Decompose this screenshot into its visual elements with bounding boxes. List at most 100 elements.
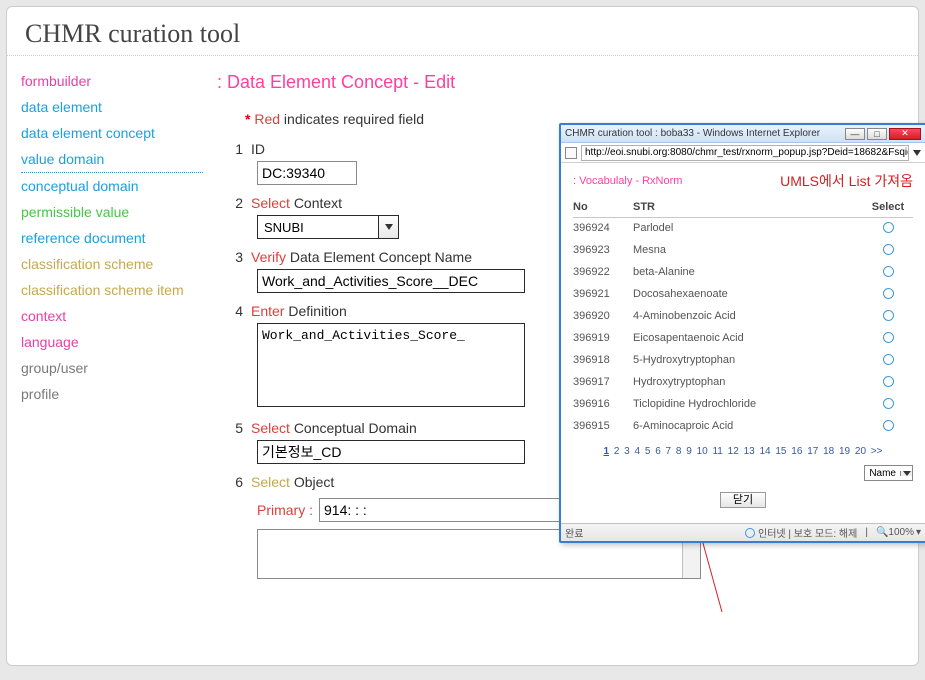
cell-no: 396923: [573, 244, 633, 258]
row-label-red: Enter: [251, 303, 284, 319]
sidebar-item-5[interactable]: permissible value: [21, 199, 203, 225]
sidebar-item-0[interactable]: formbuilder: [21, 68, 203, 94]
chevron-down-icon[interactable]: [913, 150, 921, 156]
row-num: 5: [217, 420, 251, 436]
page-link[interactable]: 16: [790, 446, 803, 457]
filter-value: Name: [865, 468, 900, 479]
sidebar-item-9[interactable]: context: [21, 303, 203, 329]
select-radio[interactable]: [883, 266, 894, 277]
table-row: 396923Mesna: [573, 240, 913, 262]
chevron-down-icon[interactable]: [900, 471, 912, 476]
page-link[interactable]: 7: [665, 446, 673, 457]
page-link[interactable]: 12: [727, 446, 740, 457]
sidebar-item-4[interactable]: conceptual domain: [21, 173, 203, 199]
sidebar-item-1[interactable]: data element: [21, 94, 203, 120]
page-link[interactable]: 20: [854, 446, 867, 457]
row-label-red: Select: [251, 195, 290, 211]
sidebar-item-3[interactable]: value domain: [21, 146, 203, 173]
cell-str: Mesna: [633, 244, 863, 258]
page-link[interactable]: 5: [644, 446, 652, 457]
select-radio[interactable]: [883, 398, 894, 409]
table-row: 396921Docosahexaenoate: [573, 284, 913, 306]
maximize-button[interactable]: □: [867, 128, 887, 140]
row-num: 4: [217, 303, 251, 319]
page-link[interactable]: 8: [675, 446, 683, 457]
sidebar-item-7[interactable]: classification scheme: [21, 251, 203, 277]
sidebar-item-11[interactable]: group/user: [21, 355, 203, 381]
sidebar-item-8[interactable]: classification scheme item: [21, 277, 203, 303]
page-link[interactable]: 2: [613, 446, 621, 457]
sidebar-item-10[interactable]: language: [21, 329, 203, 355]
select-radio[interactable]: [883, 354, 894, 365]
context-select[interactable]: SNUBI: [257, 215, 399, 239]
globe-icon: [745, 528, 755, 538]
popup-close-button[interactable]: 닫기: [720, 492, 766, 508]
page-link[interactable]: 13: [743, 446, 756, 457]
page-link[interactable]: 19: [838, 446, 851, 457]
page-link[interactable]: 3: [623, 446, 631, 457]
page-link[interactable]: 9: [685, 446, 693, 457]
cell-str: Hydroxytryptophan: [633, 376, 863, 390]
cell-no: 396922: [573, 266, 633, 280]
page-link[interactable]: 6: [654, 446, 662, 457]
page-link[interactable]: 11: [711, 446, 723, 457]
close-button[interactable]: ✕: [889, 128, 921, 140]
select-radio[interactable]: [883, 244, 894, 255]
page-icon: [565, 147, 577, 159]
select-radio[interactable]: [883, 222, 894, 233]
page-link[interactable]: 4: [634, 446, 642, 457]
table-row: 3969204-Aminobenzoic Acid: [573, 306, 913, 328]
row-num: 2: [217, 195, 251, 211]
chevron-down-icon[interactable]: [378, 216, 398, 238]
row-num: 3: [217, 249, 251, 265]
status-zoom-icon: 🔍: [876, 527, 888, 538]
page-link[interactable]: 18: [822, 446, 835, 457]
sidebar-item-2[interactable]: data element concept: [21, 120, 203, 146]
context-value: SNUBI: [258, 216, 378, 238]
cell-str: beta-Alanine: [633, 266, 863, 280]
cell-no: 396916: [573, 398, 633, 412]
page-link[interactable]: 10: [696, 446, 709, 457]
page-link[interactable]: >>: [870, 446, 884, 457]
row-label-gold: Select: [251, 474, 290, 490]
select-radio[interactable]: [883, 420, 894, 431]
sidebar-item-6[interactable]: reference document: [21, 225, 203, 251]
col-header-no: No: [573, 201, 633, 213]
cell-str: Docosahexaenoate: [633, 288, 863, 302]
select-radio[interactable]: [883, 288, 894, 299]
row-num: 6: [217, 474, 251, 490]
select-radio[interactable]: [883, 332, 894, 343]
cell-no: 396921: [573, 288, 633, 302]
table-row: 396924Parlodel: [573, 218, 913, 240]
popup-content: : Vocabulaly - RxNorm UMLS에서 List 가져옴 No…: [561, 163, 925, 523]
filter-select[interactable]: Name: [864, 465, 913, 481]
cell-no: 396918: [573, 354, 633, 368]
cell-no: 396917: [573, 376, 633, 390]
popup-titlebar[interactable]: CHMR curation tool : boba33 - Windows In…: [561, 125, 925, 143]
row-label-rest: Data Element Concept Name: [290, 249, 472, 265]
url-input[interactable]: http://eoi.snubi.org:8080/chmr_test/rxno…: [581, 145, 909, 161]
cell-str: 4-Aminobenzoic Acid: [633, 310, 863, 324]
row-label-rest: Context: [294, 195, 342, 211]
select-radio[interactable]: [883, 376, 894, 387]
cell-no: 396919: [573, 332, 633, 346]
minimize-button[interactable]: —: [845, 128, 865, 140]
definition-textarea[interactable]: [257, 323, 525, 407]
conceptual-domain-input[interactable]: [257, 440, 525, 464]
sidebar-item-12[interactable]: profile: [21, 381, 203, 407]
table-row: 396916Ticlopidine Hydrochloride: [573, 394, 913, 416]
page-link[interactable]: 15: [774, 446, 787, 457]
page-link[interactable]: 17: [806, 446, 819, 457]
vocab-heading: : Vocabulaly - RxNorm: [573, 175, 682, 187]
select-radio[interactable]: [883, 310, 894, 321]
status-zoom: 100%: [888, 527, 914, 538]
page-link[interactable]: 1: [602, 446, 610, 457]
cell-str: 5-Hydroxytryptophan: [633, 354, 863, 368]
table-row: 396919Eicosapentaenoic Acid: [573, 328, 913, 350]
concept-name-input[interactable]: [257, 269, 525, 293]
asterisk-icon: *: [245, 111, 250, 127]
page-title: CHMR curation tool: [25, 19, 900, 49]
id-input[interactable]: [257, 161, 357, 185]
page-link[interactable]: 14: [758, 446, 771, 457]
table-row: 396917Hydroxytryptophan: [573, 372, 913, 394]
